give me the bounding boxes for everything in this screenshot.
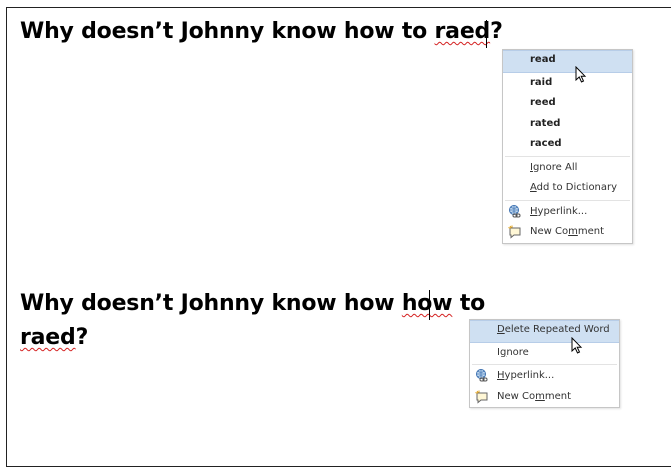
label-post: elete Repeated Word (504, 324, 610, 335)
access-key: m (535, 390, 545, 402)
suggestion-read[interactable]: read (503, 50, 632, 73)
sentence-1[interactable]: Why doesn’t Johnny know how to raed? (20, 16, 503, 48)
mouse-pointer-icon (575, 66, 587, 83)
hyperlink-item[interactable]: Hyperlink... (470, 366, 619, 387)
label-post: ment (577, 226, 604, 237)
new-comment-item[interactable]: New Comment (503, 222, 632, 243)
misspelled-word[interactable]: raed (435, 19, 491, 44)
menu-separator (505, 199, 630, 201)
mouse-pointer-icon (571, 337, 583, 354)
suggestion-reed[interactable]: reed (503, 93, 632, 114)
text-cursor (486, 20, 487, 48)
globe-link-icon (509, 204, 521, 217)
label-post: dd to Dictionary (536, 182, 618, 193)
sentence-1-prefix: Why doesn’t Johnny know how to (20, 19, 435, 44)
suggestion-raid[interactable]: raid (503, 73, 632, 94)
sentence-2-end: ? (75, 325, 89, 350)
new-comment-icon (508, 225, 521, 239)
menu-separator (505, 155, 630, 157)
access-key: A (530, 182, 537, 193)
repeated-word[interactable]: how (402, 291, 453, 316)
access-key: H (497, 370, 505, 381)
menu-separator (472, 364, 617, 365)
label-pre: New Co (497, 390, 536, 402)
new-comment-item[interactable]: New Comment (470, 387, 619, 408)
suggestion-rated[interactable]: rated (503, 114, 632, 135)
add-to-dictionary-item[interactable]: Add to Dictionary (503, 178, 632, 199)
access-key: H (530, 205, 538, 217)
globe-link-icon (476, 369, 488, 382)
label-pre: New Co (530, 226, 569, 237)
delete-repeated-word-item[interactable]: Delete Repeated Word (470, 320, 619, 343)
text-cursor (429, 290, 430, 320)
sentence-2-line-1[interactable]: Why doesn’t Johnny know how how to (20, 288, 485, 320)
misspelled-word[interactable]: raed (20, 325, 76, 350)
grammar-context-menu: Delete Repeated Word Ignore Hyperlink...… (469, 319, 620, 408)
suggestion-raced[interactable]: raced (503, 134, 632, 155)
sentence-2-prefix: Why doesn’t Johnny know how (20, 291, 402, 316)
label-post: gnore All (532, 161, 578, 173)
label-post: nore (506, 346, 529, 358)
new-comment-icon (475, 390, 488, 404)
ignore-item[interactable]: Ignore (470, 343, 619, 364)
hyperlink-item[interactable]: Hyperlink... (503, 202, 632, 223)
sentence-1-suffix: ? (490, 19, 503, 44)
spelling-context-menu: read raid reed rated raced Ignore All Ad… (502, 49, 633, 244)
sentence-2-suffix: to (452, 291, 486, 316)
access-key: m (568, 226, 578, 237)
label-post: yperlink... (504, 370, 555, 381)
sentence-2-line-2[interactable]: raed? (20, 322, 88, 354)
ignore-all-item[interactable]: Ignore All (503, 158, 632, 179)
access-key: D (497, 324, 505, 335)
label-post: yperlink... (537, 205, 588, 217)
label-post: ment (544, 390, 571, 402)
